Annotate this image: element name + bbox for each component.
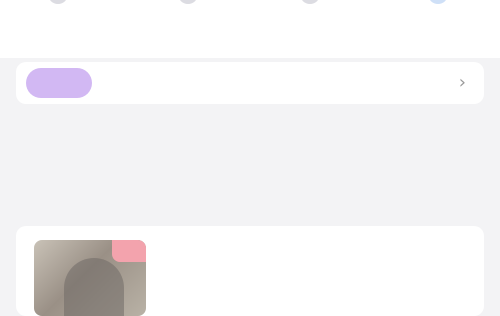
tab-icon [428,0,448,4]
tab-1[interactable] [20,0,96,58]
content-card[interactable] [16,226,484,316]
tab-icon [178,0,198,4]
notice-tag [26,68,92,98]
tab-icon [48,0,68,4]
notice-bar[interactable]: › [16,62,484,104]
tab-3[interactable] [272,0,348,58]
notice-text [120,62,446,104]
card-badge [112,240,146,262]
thumbnail-figure [64,258,124,316]
chevron-right-icon[interactable]: › [459,62,466,104]
tab-icon [300,0,320,4]
tab-4[interactable] [400,0,476,58]
card-meta [166,284,466,299]
top-tab-bar [0,0,500,58]
tab-2[interactable] [150,0,226,58]
card-thumbnail[interactable] [34,240,146,316]
